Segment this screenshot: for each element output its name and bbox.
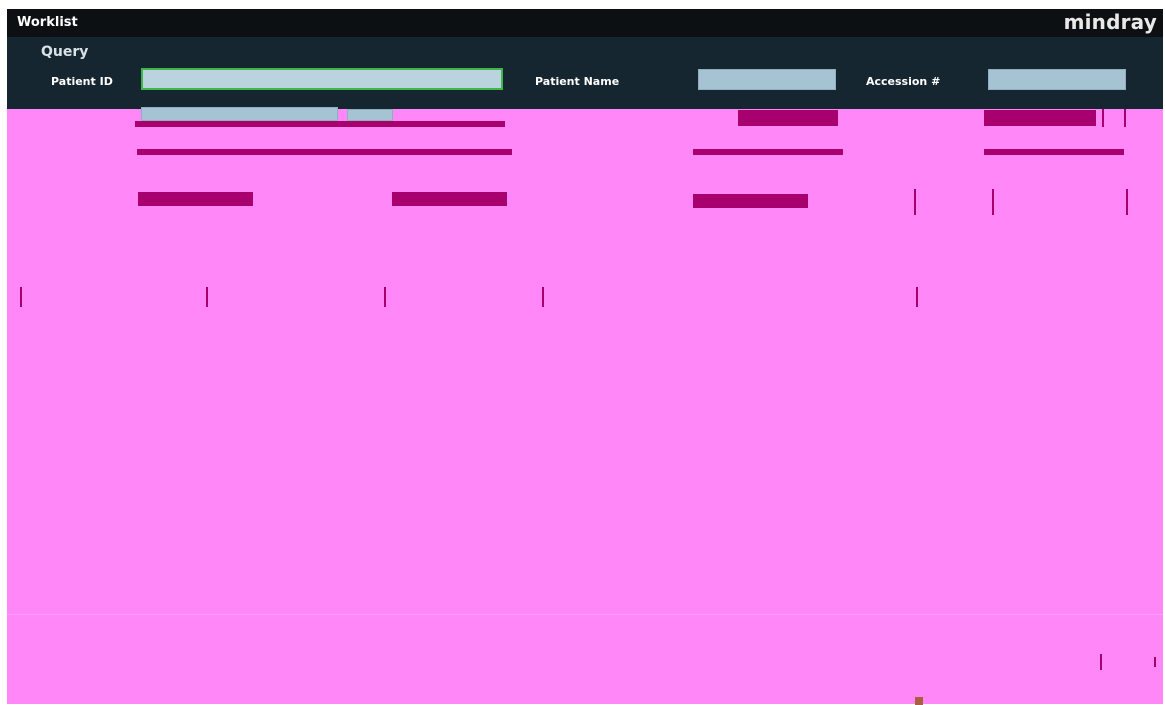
accession-input[interactable] (988, 69, 1126, 90)
accession-label: Accession # (866, 75, 941, 88)
brand-logo: mindray (1063, 10, 1157, 34)
garbled-mark (384, 287, 386, 307)
garbled-mark (20, 287, 22, 307)
worklist-window: Worklist mindray Query Patient ID Patien… (7, 9, 1163, 705)
garbled-field (347, 109, 393, 121)
garbled-mark (1154, 657, 1156, 667)
garbled-field (141, 107, 338, 121)
patient-name-input[interactable] (698, 69, 836, 90)
garbled-bar (135, 121, 505, 127)
garbled-mark (1100, 654, 1102, 670)
garbled-bar (137, 149, 512, 155)
title-bar: Worklist mindray (7, 9, 1163, 37)
garbled-bar (392, 192, 507, 206)
garbled-mark (992, 189, 994, 215)
garbled-bar (138, 192, 253, 206)
garbled-mark (1102, 109, 1104, 127)
garbled-mark (916, 287, 918, 307)
patient-id-label: Patient ID (51, 75, 113, 88)
garbled-bar (984, 149, 1124, 155)
garbled-mark (542, 287, 544, 307)
garbled-mark (914, 189, 916, 215)
garbled-mark (1124, 109, 1126, 127)
garbled-bar (984, 110, 1096, 126)
window-title: Worklist (17, 15, 78, 30)
query-title: Query (41, 44, 89, 60)
query-panel: Query Patient ID Patient Name Accession … (7, 37, 1163, 109)
divider (7, 614, 1163, 615)
garbled-bar (693, 149, 843, 155)
patient-name-label: Patient Name (535, 75, 620, 88)
garbled-bar (693, 194, 808, 208)
worklist-table (7, 309, 1163, 589)
garbled-mark (206, 287, 208, 307)
garbled-bar (738, 110, 838, 126)
patient-id-input[interactable] (141, 68, 503, 90)
garbled-mark (1126, 189, 1128, 215)
